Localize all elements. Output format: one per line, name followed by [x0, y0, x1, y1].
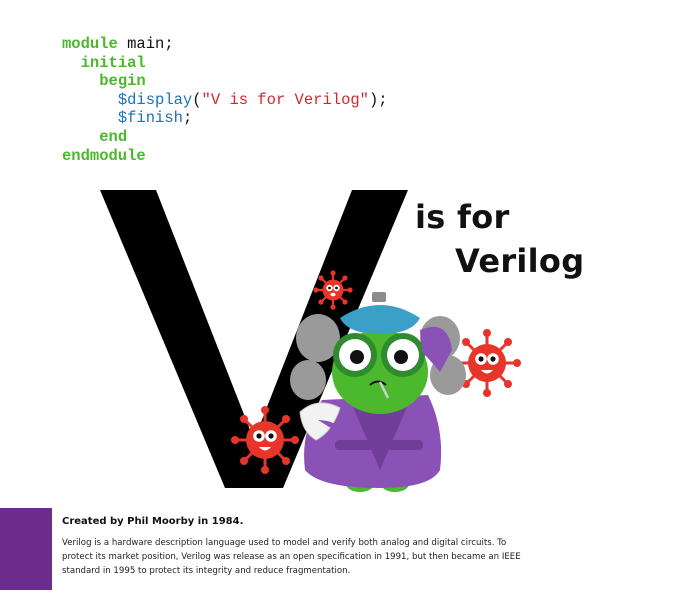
virus-icon [313, 270, 353, 310]
illustration [231, 270, 521, 492]
credit-line: Created by Phil Moorby in 1984. [62, 516, 244, 527]
description-text: Verilog is a hardware description langua… [62, 538, 521, 576]
accent-tab [0, 508, 52, 590]
virus-icon [453, 329, 521, 397]
virus-icon [231, 406, 299, 474]
sick-mascot-icon [290, 292, 466, 492]
